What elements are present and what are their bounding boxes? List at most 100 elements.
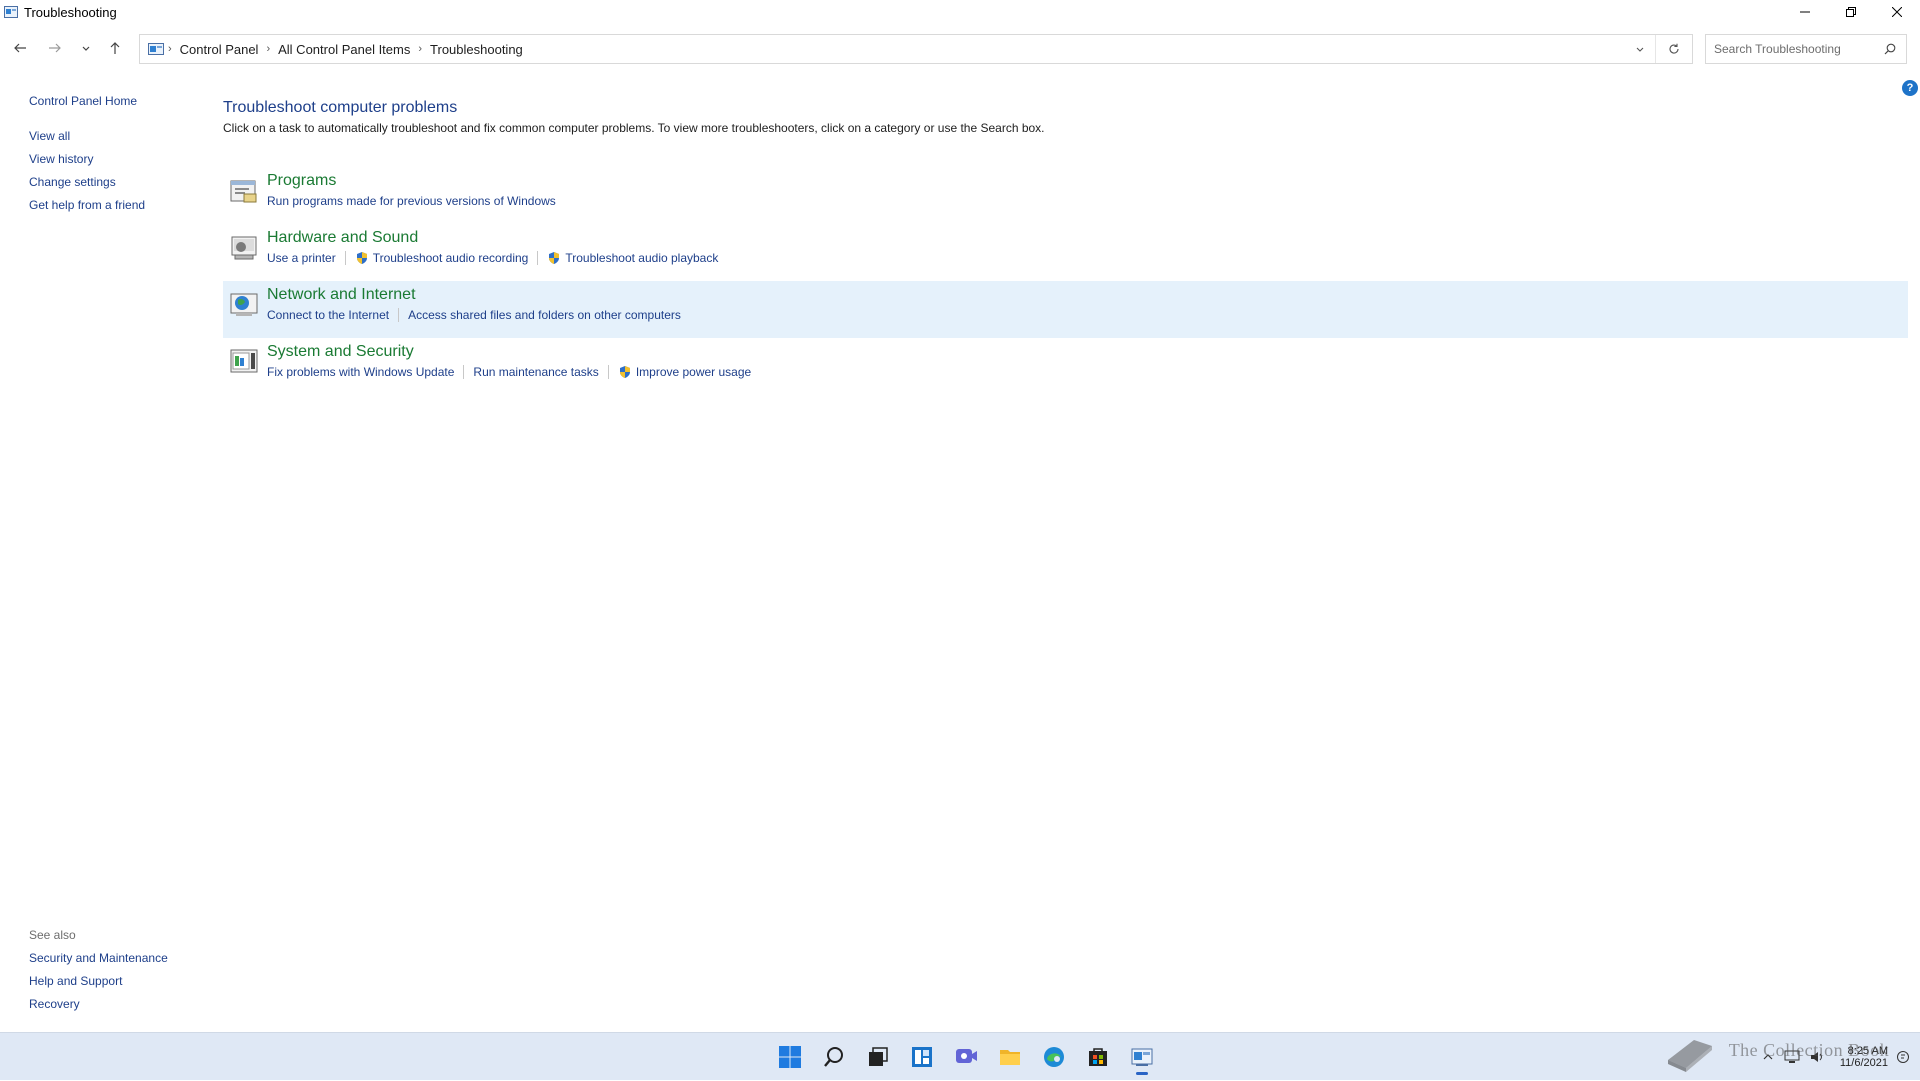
see-also-section: See also Security and Maintenance Help a… bbox=[29, 924, 229, 1016]
programs-icon bbox=[230, 180, 257, 203]
task-view-icon bbox=[869, 1047, 888, 1066]
view-all-link[interactable]: View all bbox=[29, 125, 209, 148]
access-shared-files-link[interactable]: Access shared files and folders on other… bbox=[408, 308, 681, 322]
start-button[interactable] bbox=[768, 1039, 812, 1075]
hardware-and-sound-link[interactable]: Hardware and Sound bbox=[267, 229, 418, 247]
fix-windows-update-link[interactable]: Fix problems with Windows Update bbox=[267, 365, 454, 379]
taskbar-search-button[interactable] bbox=[812, 1039, 856, 1075]
watermark: The Collection Book bbox=[1664, 1030, 1889, 1074]
restore-icon bbox=[1846, 7, 1856, 17]
up-arrow-icon bbox=[110, 42, 120, 54]
run-older-programs-link[interactable]: Run programs made for previous versions … bbox=[267, 194, 556, 208]
use-a-printer-link[interactable]: Use a printer bbox=[267, 251, 336, 265]
breadcrumb-separator: › bbox=[418, 43, 423, 55]
link-divider bbox=[398, 308, 400, 322]
refresh-icon bbox=[1669, 43, 1679, 54]
category-programs[interactable]: Programs Run programs made for previous … bbox=[223, 167, 1908, 224]
address-bar: › Control Panel › All Control Panel Item… bbox=[0, 30, 1920, 70]
search-box[interactable] bbox=[1705, 34, 1907, 64]
search-input[interactable] bbox=[1712, 41, 1876, 57]
shield-icon bbox=[549, 252, 560, 264]
up-button[interactable] bbox=[103, 36, 127, 60]
hardware-and-sound-icon bbox=[231, 236, 257, 260]
minimize-button[interactable] bbox=[1782, 0, 1828, 24]
chat-button[interactable] bbox=[944, 1039, 988, 1075]
link-divider bbox=[537, 251, 539, 265]
search-icon bbox=[824, 1047, 843, 1067]
breadcrumb-troubleshooting[interactable]: Troubleshooting bbox=[430, 42, 523, 57]
close-button[interactable] bbox=[1874, 0, 1920, 24]
category-hardware-and-sound[interactable]: Hardware and Sound Use a printer Trouble… bbox=[223, 224, 1908, 281]
get-help-from-friend-link[interactable]: Get help from a friend bbox=[29, 194, 209, 217]
network-and-internet-icon bbox=[230, 293, 258, 316]
recent-locations-button[interactable] bbox=[74, 36, 98, 60]
control-panel-taskbar-button[interactable] bbox=[1120, 1039, 1164, 1075]
category-list: Programs Run programs made for previous … bbox=[223, 167, 1908, 395]
back-arrow-icon bbox=[14, 43, 26, 53]
troubleshoot-audio-playback-link[interactable]: Troubleshoot audio playback bbox=[547, 251, 718, 265]
control-panel-icon bbox=[4, 6, 18, 18]
close-icon bbox=[1892, 7, 1902, 17]
forward-button[interactable] bbox=[43, 36, 67, 60]
troubleshoot-audio-playback-label: Troubleshoot audio playback bbox=[565, 251, 719, 265]
see-also-label: See also bbox=[29, 928, 76, 942]
category-network-and-internet[interactable]: Network and Internet Connect to the Inte… bbox=[223, 281, 1908, 338]
restore-button[interactable] bbox=[1828, 0, 1874, 24]
widgets-button[interactable] bbox=[900, 1039, 944, 1075]
category-system-and-security[interactable]: System and Security Fix problems with Wi… bbox=[223, 338, 1908, 395]
notifications-icon[interactable] bbox=[1896, 1050, 1910, 1064]
main-content: Troubleshoot computer problems Click on … bbox=[223, 96, 1908, 395]
link-divider bbox=[607, 365, 609, 379]
chat-icon bbox=[956, 1049, 977, 1063]
system-and-security-link[interactable]: System and Security bbox=[267, 343, 414, 361]
address-history-button[interactable] bbox=[1625, 35, 1655, 63]
start-icon bbox=[779, 1046, 801, 1068]
breadcrumb-separator: › bbox=[266, 43, 271, 55]
page-description: Click on a task to automatically trouble… bbox=[223, 121, 1045, 135]
link-divider bbox=[463, 365, 465, 379]
security-and-maintenance-link[interactable]: Security and Maintenance bbox=[29, 947, 229, 970]
taskbar-apps bbox=[768, 1039, 1164, 1075]
edge-icon bbox=[1044, 1047, 1064, 1067]
edge-button[interactable] bbox=[1032, 1039, 1076, 1075]
minimize-icon bbox=[1800, 11, 1810, 13]
chevron-down-icon bbox=[82, 46, 90, 51]
change-settings-link[interactable]: Change settings bbox=[29, 171, 209, 194]
breadcrumb[interactable]: › Control Panel › All Control Panel Item… bbox=[139, 34, 1693, 64]
task-view-button[interactable] bbox=[856, 1039, 900, 1075]
store-button[interactable] bbox=[1076, 1039, 1120, 1075]
breadcrumb-control-panel[interactable]: Control Panel bbox=[180, 42, 259, 57]
book-icon bbox=[1668, 1040, 1712, 1072]
watermark-text: The Collection Book bbox=[1728, 1040, 1890, 1061]
breadcrumb-separator: › bbox=[168, 43, 172, 55]
run-maintenance-tasks-link[interactable]: Run maintenance tasks bbox=[473, 365, 598, 379]
control-panel-icon bbox=[148, 43, 164, 55]
improve-power-usage-label: Improve power usage bbox=[635, 365, 752, 379]
help-and-support-link[interactable]: Help and Support bbox=[29, 970, 229, 993]
system-and-security-icon bbox=[230, 349, 258, 373]
taskbar: 8:25 AM 11/6/2021 bbox=[0, 1032, 1920, 1080]
back-button[interactable] bbox=[8, 36, 32, 60]
improve-power-usage-link[interactable]: Improve power usage bbox=[618, 365, 751, 379]
forward-arrow-icon bbox=[49, 43, 61, 53]
store-icon bbox=[1089, 1048, 1107, 1066]
recovery-link[interactable]: Recovery bbox=[29, 993, 229, 1016]
help-button[interactable]: ? bbox=[1902, 80, 1918, 96]
title-bar: Troubleshooting bbox=[0, 0, 1920, 24]
connect-to-internet-link[interactable]: Connect to the Internet bbox=[267, 308, 389, 322]
programs-link[interactable]: Programs bbox=[267, 172, 336, 190]
chevron-down-icon bbox=[1636, 47, 1644, 52]
view-history-link[interactable]: View history bbox=[29, 148, 209, 171]
sidebar: Control Panel Home View all View history… bbox=[29, 90, 209, 217]
page-title: Troubleshoot computer problems bbox=[223, 99, 458, 116]
shield-icon bbox=[356, 252, 367, 264]
file-explorer-button[interactable] bbox=[988, 1039, 1032, 1075]
search-icon[interactable] bbox=[1884, 43, 1896, 55]
refresh-button[interactable] bbox=[1655, 35, 1692, 63]
network-and-internet-link[interactable]: Network and Internet bbox=[267, 286, 416, 304]
troubleshoot-audio-recording-link[interactable]: Troubleshoot audio recording bbox=[355, 251, 528, 265]
breadcrumb-all-control-panel-items[interactable]: All Control Panel Items bbox=[278, 42, 410, 57]
file-explorer-icon bbox=[1000, 1050, 1020, 1065]
control-panel-home-link[interactable]: Control Panel Home bbox=[29, 90, 209, 113]
control-panel-icon bbox=[1131, 1048, 1153, 1066]
